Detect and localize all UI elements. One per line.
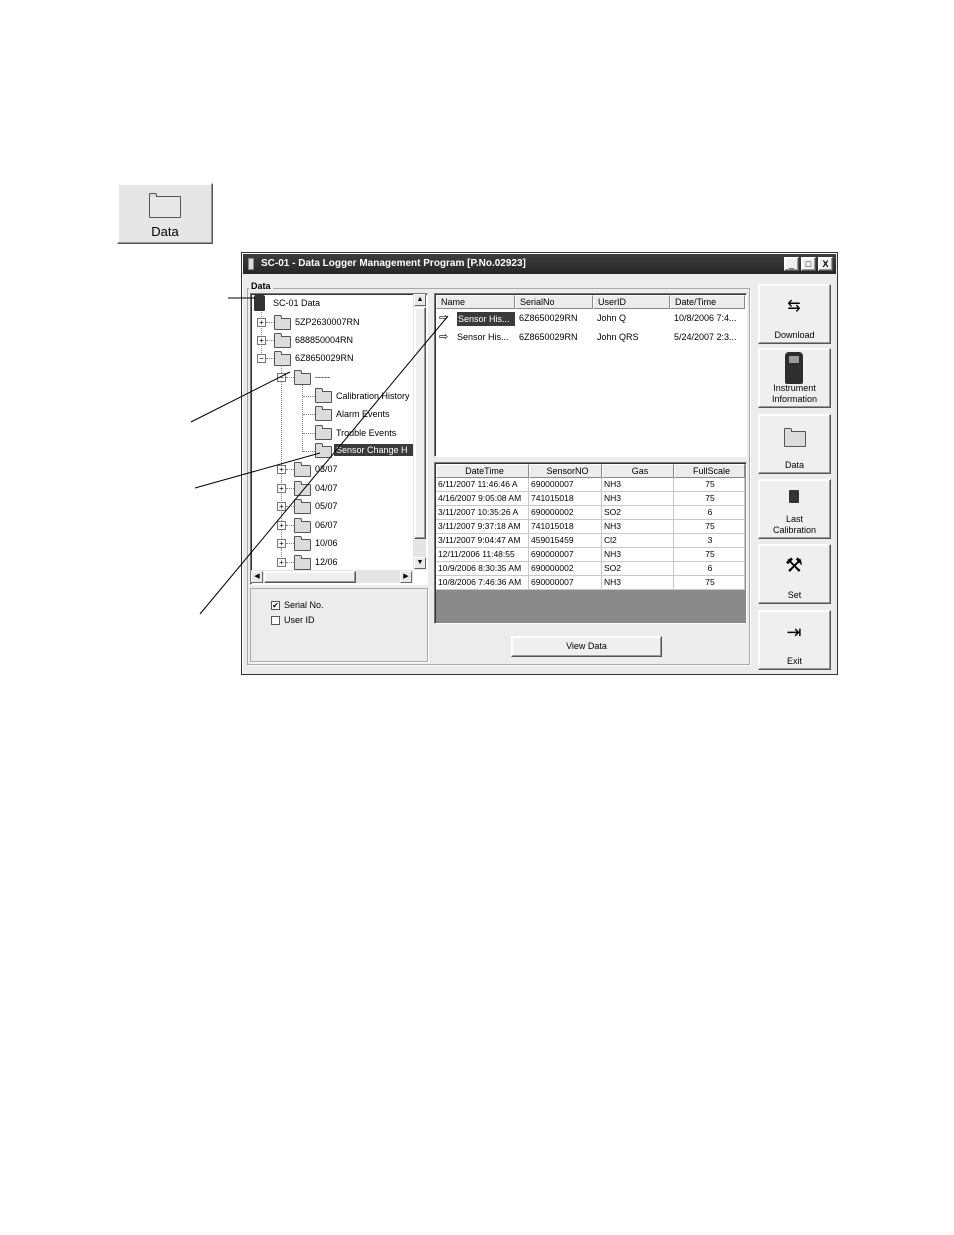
callout-line-file (199, 315, 449, 615)
callout-line-sensor-change (194, 452, 321, 489)
callout-lines (190, 297, 449, 615)
callout-line-folder (190, 371, 291, 423)
